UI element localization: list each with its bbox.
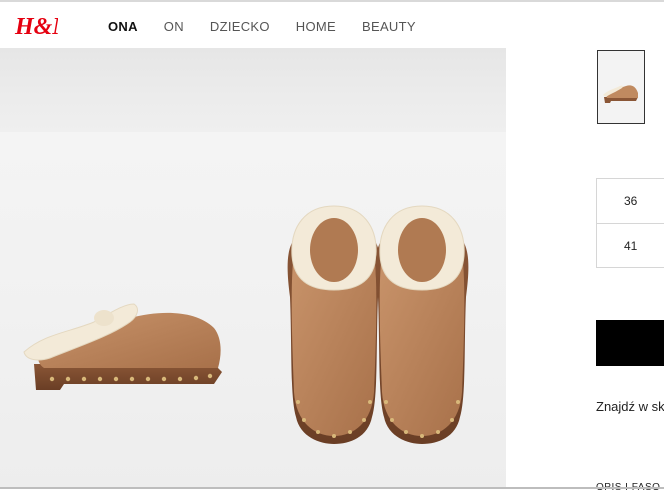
product-image-main[interactable]: [0, 132, 506, 489]
clog-side-view: [23, 303, 222, 390]
nav-item-dziecko[interactable]: DZIECKO: [210, 19, 270, 34]
find-in-store-link[interactable]: Znajdź w sk: [596, 399, 664, 414]
product-thumbnail[interactable]: [597, 50, 645, 124]
clog-top-view-right: [375, 205, 469, 444]
nav-item-ona[interactable]: ONA: [108, 19, 138, 34]
svg-text:H&M: H&M: [14, 14, 58, 40]
size-option[interactable]: 36: [597, 179, 664, 223]
add-to-cart-button[interactable]: [596, 320, 664, 366]
nav-item-on[interactable]: ON: [164, 19, 184, 34]
nav-item-home[interactable]: HOME: [296, 19, 336, 34]
hm-logo[interactable]: H&M: [14, 12, 58, 40]
size-selector: 36 41: [596, 178, 664, 268]
clogs-illustration: [23, 205, 469, 444]
site-header: H&M ONA ON DZIECKO HOME BEAUTY: [0, 2, 664, 50]
size-option[interactable]: 41: [597, 223, 664, 268]
nav-item-beauty[interactable]: BEAUTY: [362, 19, 416, 34]
thumbnail-clog-image: [603, 85, 638, 103]
clog-top-view-left: [287, 205, 381, 444]
product-image-previous[interactable]: [0, 48, 506, 132]
main-nav: ONA ON DZIECKO HOME BEAUTY: [108, 2, 442, 50]
